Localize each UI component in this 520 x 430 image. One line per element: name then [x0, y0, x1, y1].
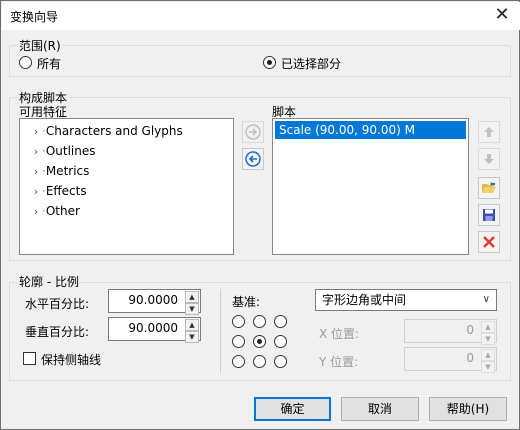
transform-wizard-dialog: 变换向导 ✕ 范围(R) 所有 已选择部分 构成脚本 可用特征 脚本 › ·Cha…	[0, 0, 520, 430]
window-title: 变换向导	[10, 10, 59, 24]
stepper-up-icon[interactable]: ▲	[481, 321, 495, 333]
chevron-right-icon[interactable]: ›	[30, 182, 42, 202]
move-up-button[interactable]	[478, 121, 500, 143]
move-down-button[interactable]	[478, 148, 500, 170]
keep-sidebearing-label: 保持侧轴线	[41, 353, 102, 367]
tree-item-characters-and-glyphs[interactable]: › ·Characters and Glyphs	[30, 121, 183, 141]
y-position-value: 0	[466, 351, 474, 365]
arrow-up-icon	[484, 127, 494, 137]
divider	[220, 289, 221, 373]
horizontal-percent-stepper[interactable]: 90.0000 ▲ ▼	[108, 289, 201, 315]
anchor-bottom-center[interactable]	[253, 355, 266, 368]
chevron-right-icon[interactable]: ›	[30, 142, 42, 162]
chevron-right-icon[interactable]: ›	[30, 162, 42, 182]
anchor-top-right[interactable]	[274, 315, 287, 328]
script-item[interactable]: Scale (90.00, 90.00) M	[275, 121, 466, 139]
range-selected-label: 已选择部分	[281, 57, 342, 71]
x-position-stepper[interactable]: 0 ▲ ▼	[404, 319, 497, 345]
stepper-up-icon[interactable]: ▲	[481, 349, 495, 361]
title-bar: 变换向导 ✕	[2, 2, 520, 30]
stepper-down-icon[interactable]: ▼	[481, 361, 495, 373]
stepper-up-icon[interactable]: ▲	[185, 319, 199, 331]
stepper-down-icon[interactable]: ▼	[481, 333, 495, 345]
remove-from-script-button[interactable]	[242, 148, 264, 170]
chevron-right-icon[interactable]: ›	[30, 202, 42, 222]
horizontal-percent-value: 90.0000	[128, 293, 178, 307]
y-position-label: Y 位置:	[319, 355, 359, 369]
stepper-up-icon[interactable]: ▲	[185, 291, 199, 303]
y-position-stepper[interactable]: 0 ▲ ▼	[404, 347, 497, 373]
keep-sidebearing-option[interactable]: 保持侧轴线	[23, 351, 143, 367]
tree-item-metrics[interactable]: › ·Metrics	[30, 161, 90, 182]
x-position-label: X 位置:	[319, 327, 360, 341]
range-all-label: 所有	[37, 57, 62, 71]
open-folder-icon	[482, 182, 496, 193]
arrow-down-icon	[484, 154, 494, 164]
chevron-down-icon: ∨	[482, 294, 490, 305]
available-features-tree[interactable]: › ·Characters and Glyphs › ·Outlines › ·Met…	[19, 118, 234, 255]
arrow-left-icon	[245, 151, 261, 167]
anchor-center[interactable]	[253, 335, 266, 348]
vertical-percent-label: 垂直百分比:	[25, 325, 90, 339]
add-to-script-button[interactable]	[242, 121, 264, 143]
cancel-button[interactable]: 取消	[341, 397, 419, 421]
anchor-middle-right[interactable]	[274, 335, 287, 348]
outline-scale-group-label: 轮廓 - 比例	[17, 273, 81, 290]
anchor-bottom-right[interactable]	[274, 355, 287, 368]
anchor-top-left[interactable]	[232, 315, 245, 328]
save-script-button[interactable]	[478, 204, 500, 226]
x-position-value: 0	[466, 323, 474, 337]
base-select-value: 字形边角或中间	[322, 293, 407, 307]
range-selected-radio[interactable]	[263, 56, 276, 69]
anchor-top-center[interactable]	[253, 315, 266, 328]
base-select[interactable]: 字形边角或中间 ∨	[315, 289, 497, 311]
range-selected-option[interactable]: 已选择部分	[261, 55, 381, 71]
stepper-down-icon[interactable]: ▼	[185, 303, 199, 315]
anchor-middle-left[interactable]	[232, 335, 245, 348]
range-all-option[interactable]: 所有	[17, 55, 137, 71]
vertical-percent-value: 90.0000	[128, 321, 178, 335]
base-label: 基准:	[232, 295, 261, 309]
keep-sidebearing-checkbox[interactable]	[23, 352, 36, 365]
close-icon[interactable]: ✕	[488, 4, 516, 28]
save-icon	[483, 209, 495, 221]
script-list[interactable]: Scale (90.00, 90.00) M	[272, 118, 469, 255]
tree-item-other[interactable]: › ·Other	[30, 201, 80, 221]
help-button[interactable]: 帮助(H)	[429, 397, 507, 421]
stepper-down-icon[interactable]: ▼	[185, 331, 199, 343]
chevron-right-icon[interactable]: ›	[30, 122, 42, 142]
range-all-radio[interactable]	[19, 56, 32, 69]
tree-item-outlines[interactable]: › ·Outlines	[30, 141, 96, 161]
vertical-percent-stepper[interactable]: 90.0000 ▲ ▼	[108, 317, 201, 343]
open-script-button[interactable]	[478, 177, 500, 199]
arrow-right-icon	[245, 124, 261, 140]
ok-button[interactable]: 确定	[254, 397, 331, 421]
delete-script-button[interactable]	[478, 231, 500, 253]
tree-item-effects[interactable]: › ·Effects	[30, 181, 87, 201]
anchor-bottom-left[interactable]	[232, 355, 245, 368]
delete-icon	[483, 236, 495, 248]
range-group-label: 范围(R)	[17, 37, 63, 54]
horizontal-percent-label: 水平百分比:	[25, 297, 90, 311]
